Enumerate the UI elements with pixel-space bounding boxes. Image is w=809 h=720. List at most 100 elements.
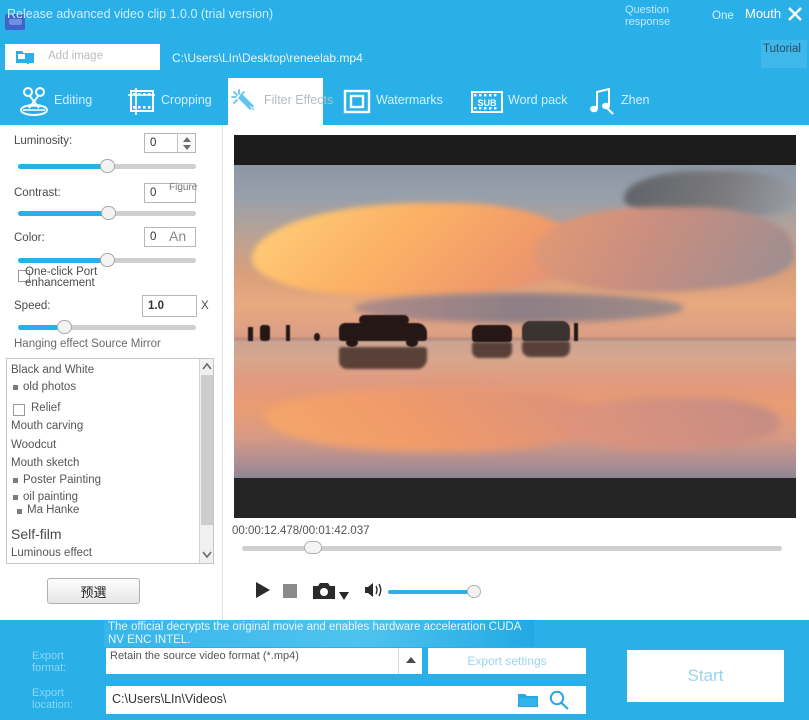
contrast-value: 0 bbox=[150, 187, 156, 199]
chevron-up-icon[interactable] bbox=[202, 360, 212, 374]
video-figure-3 bbox=[286, 325, 290, 341]
list-item[interactable]: Ma Hanke bbox=[27, 505, 87, 516]
effects-list[interactable]: Black and White old photos Relief Mouth … bbox=[6, 358, 214, 564]
list-item[interactable]: Self-film bbox=[11, 526, 62, 542]
hardware-acceleration-tooltip: The official decrypts the original movie… bbox=[104, 620, 534, 647]
add-image-button[interactable]: Add image bbox=[5, 44, 160, 70]
tab-bar: Editing Cropping bbox=[0, 78, 809, 125]
luminosity-slider-knob[interactable] bbox=[100, 159, 115, 173]
luminosity-stepper[interactable]: 0 bbox=[144, 133, 196, 153]
tab-editing[interactable]: Editing bbox=[18, 78, 106, 125]
application-window: Release advanced video clip 1.0.0 (trial… bbox=[0, 0, 809, 720]
one-click-enhancement-label: One-click Port enhancement bbox=[25, 267, 125, 289]
list-item[interactable]: Poster Painting bbox=[23, 474, 101, 486]
video-vehicle-3-reflection bbox=[522, 341, 570, 357]
list-item[interactable]: old photos bbox=[23, 381, 76, 393]
chevron-down-icon[interactable] bbox=[202, 547, 212, 561]
square-frame-icon bbox=[340, 86, 374, 118]
stop-icon[interactable] bbox=[283, 584, 297, 603]
magic-wand-icon bbox=[228, 86, 262, 118]
seek-slider-knob[interactable] bbox=[304, 541, 322, 554]
caret-down-icon[interactable] bbox=[339, 587, 349, 605]
svg-text:SUB: SUB bbox=[477, 98, 497, 108]
mouth-button[interactable]: Mouth bbox=[745, 6, 781, 21]
contrast-slider-knob[interactable] bbox=[101, 206, 116, 220]
list-item[interactable]: Luminous effect bbox=[11, 547, 92, 559]
video-letterbox-top bbox=[234, 135, 796, 165]
music-note-icon bbox=[585, 86, 619, 118]
tab-filter-effects[interactable]: Filter Effects bbox=[228, 78, 323, 125]
subtitle-film-icon: SUB bbox=[468, 86, 502, 118]
export-format-select[interactable]: Retain the source video format (*.mp4) bbox=[106, 648, 422, 674]
tab-watermarks[interactable]: Watermarks bbox=[340, 78, 445, 125]
film-crop-icon bbox=[125, 86, 159, 118]
luminosity-slider-fill bbox=[18, 164, 107, 169]
scrollbar-thumb[interactable] bbox=[201, 375, 213, 525]
video-figure-4 bbox=[314, 333, 320, 341]
contrast-slider[interactable] bbox=[18, 205, 196, 221]
list-item[interactable]: Mouth carving bbox=[11, 420, 83, 432]
effects-list-scrollbar[interactable] bbox=[199, 359, 213, 563]
preview-button[interactable]: 预選 bbox=[47, 578, 140, 604]
export-format-value: Retain the source video format (*.mp4) bbox=[110, 650, 390, 662]
volume-slider[interactable] bbox=[388, 585, 480, 599]
seek-slider[interactable] bbox=[242, 541, 782, 555]
video-vehicle-3 bbox=[522, 321, 570, 341]
list-bullet bbox=[17, 509, 22, 514]
export-location-value: C:\Users\LIn\Videos\ bbox=[112, 692, 226, 706]
color-slider-knob[interactable] bbox=[100, 253, 115, 267]
color-label: Color: bbox=[14, 232, 45, 244]
list-item[interactable]: Woodcut bbox=[11, 439, 56, 451]
color-stepper[interactable]: 0 An bbox=[144, 227, 196, 247]
video-figure-2 bbox=[260, 325, 270, 341]
video-figure-1 bbox=[248, 327, 253, 341]
speed-stepper[interactable]: 1.0 bbox=[142, 295, 197, 317]
question-response-button[interactable]: Question response bbox=[625, 4, 687, 28]
search-icon[interactable] bbox=[548, 690, 570, 715]
tab-filter-effects-label: Filter Effects bbox=[264, 93, 333, 107]
export-location-field[interactable]: C:\Users\LIn\Videos\ bbox=[106, 686, 586, 714]
luminosity-value: 0 bbox=[150, 137, 156, 149]
video-figure-5 bbox=[574, 323, 578, 341]
export-settings-button[interactable]: Export settings bbox=[428, 648, 586, 674]
list-item[interactable]: oil painting bbox=[23, 491, 78, 503]
tab-word-pack[interactable]: SUB Word pack bbox=[468, 78, 568, 125]
title-bar: Release advanced video clip 1.0.0 (trial… bbox=[0, 0, 809, 38]
list-item[interactable]: Black and White bbox=[11, 364, 94, 376]
speed-slider-knob[interactable] bbox=[57, 320, 72, 334]
camera-icon[interactable] bbox=[313, 582, 335, 604]
filter-controls-panel: Luminosity: 0 Contrast: 0 Figure bbox=[0, 125, 222, 620]
list-item[interactable]: Mouth sketch bbox=[11, 457, 79, 469]
tab-word-pack-label: Word pack bbox=[508, 93, 568, 107]
video-vehicle-1-wheel-r bbox=[406, 338, 418, 347]
folder-icon[interactable] bbox=[518, 692, 538, 713]
video-vehicle-1-reflection bbox=[339, 347, 427, 369]
luminosity-spinner-arrows[interactable] bbox=[177, 134, 195, 152]
video-frame[interactable] bbox=[234, 135, 796, 518]
one-button[interactable]: One bbox=[712, 10, 734, 22]
source-file-path: C:\Users\LIn\Desktop\reneelab.mp4 bbox=[172, 51, 363, 65]
video-vehicle-1-top bbox=[359, 315, 409, 325]
caret-up-icon[interactable] bbox=[398, 648, 422, 674]
color-value: 0 bbox=[150, 231, 156, 243]
add-image-label: Add image bbox=[48, 50, 103, 62]
contrast-stepper[interactable]: 0 Figure bbox=[144, 183, 196, 203]
play-icon[interactable] bbox=[254, 580, 272, 605]
scissors-icon bbox=[18, 86, 52, 118]
volume-slider-knob[interactable] bbox=[467, 585, 481, 598]
start-button[interactable]: Start bbox=[627, 650, 784, 702]
speed-slider[interactable] bbox=[18, 319, 196, 335]
list-item[interactable]: Relief bbox=[31, 402, 60, 414]
speed-unit: X bbox=[201, 300, 209, 312]
relief-checkbox[interactable] bbox=[13, 404, 25, 416]
luminosity-label: Luminosity: bbox=[14, 135, 74, 147]
tab-zhen[interactable]: Zhen bbox=[585, 78, 665, 125]
tab-cropping-label: Cropping bbox=[161, 93, 212, 107]
luminosity-slider[interactable] bbox=[18, 158, 196, 174]
video-vehicle-2 bbox=[472, 325, 512, 342]
contrast-unit: Figure bbox=[169, 182, 195, 193]
tab-cropping[interactable]: Cropping bbox=[125, 78, 220, 125]
volume-icon[interactable] bbox=[364, 582, 384, 603]
color-slider-fill bbox=[18, 258, 107, 263]
close-icon[interactable] bbox=[786, 5, 804, 23]
